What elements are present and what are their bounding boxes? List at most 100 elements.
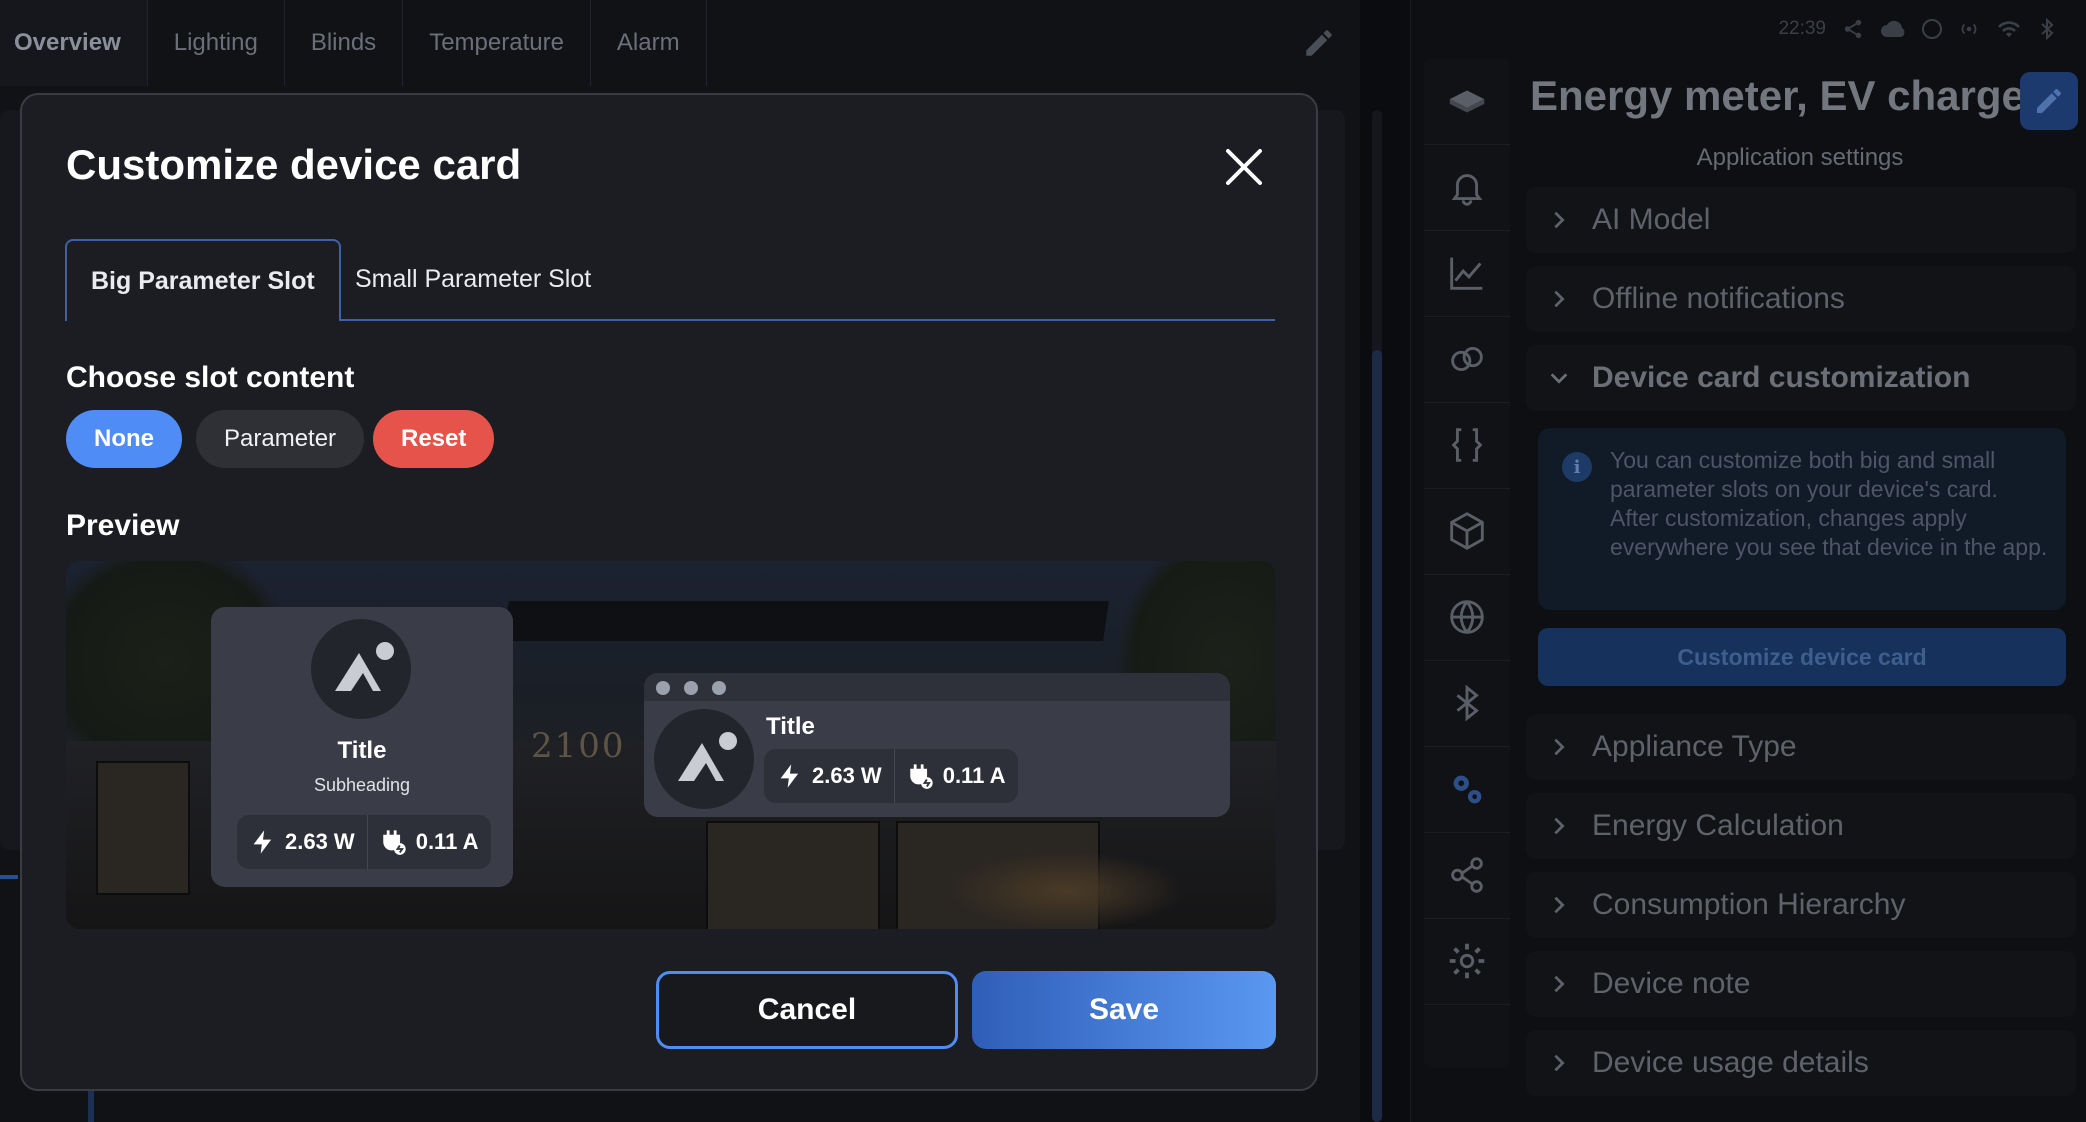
- section-energy-calculation[interactable]: Energy Calculation: [1526, 793, 2076, 859]
- parameter-values: 2.63 W 0.11 A: [237, 815, 491, 869]
- rail-item-links[interactable]: [1424, 316, 1510, 403]
- bluetooth-icon: [1456, 684, 1479, 722]
- window-dot: [712, 681, 726, 695]
- link-icon: [1451, 347, 1483, 371]
- cube-icon: [1450, 512, 1484, 550]
- rail-item-charts[interactable]: [1424, 230, 1510, 317]
- reset-button[interactable]: Reset: [373, 410, 495, 468]
- settings-icon: [1449, 943, 1485, 979]
- section-label: Consumption Hierarchy: [1592, 888, 1906, 921]
- rail-item-share[interactable]: [1424, 832, 1510, 919]
- power-value: 2.63 W: [237, 815, 367, 869]
- bg-tab-lighting[interactable]: Lighting: [148, 0, 285, 86]
- hotspot-icon: [1961, 23, 1977, 35]
- info-icon: i: [1562, 452, 1592, 482]
- image-placeholder-icon: [311, 619, 411, 719]
- section-device-usage-details[interactable]: Device usage details: [1526, 1030, 2076, 1096]
- background-accent-bar: [88, 1090, 94, 1122]
- globe-icon: [1450, 600, 1484, 634]
- parameter-values: 2.63 W 0.11 A: [764, 749, 1018, 803]
- window-dot: [656, 681, 670, 695]
- power-text: 2.63 W: [285, 829, 355, 854]
- chevron-right-icon: [1554, 817, 1565, 835]
- close-icon[interactable]: [1222, 145, 1266, 189]
- wifi-icon: [1998, 21, 2020, 37]
- current-value: 0.11 A: [893, 749, 1018, 803]
- rail-item-scripts[interactable]: [1424, 402, 1510, 489]
- power-text: 2.63 W: [812, 763, 882, 788]
- section-label: Device usage details: [1592, 1046, 1869, 1079]
- rail-item-network[interactable]: [1424, 574, 1510, 661]
- edit-device-button[interactable]: [2020, 72, 2078, 130]
- bg-tab-overview[interactable]: Overview: [0, 0, 148, 86]
- customize-device-card-dialog: Customize device card Big Parameter Slot…: [20, 93, 1318, 1091]
- section-appliance-type[interactable]: Appliance Type: [1526, 714, 2076, 780]
- choose-slot-heading: Choose slot content: [66, 361, 355, 394]
- preview-big-card: Title Subheading 2.63 W 0.11 A: [211, 607, 513, 887]
- rail-item-3d[interactable]: [1424, 488, 1510, 575]
- current-text: 0.11 A: [415, 829, 479, 854]
- slot-tabs: Big Parameter Slot Small Parameter Slot: [65, 239, 1275, 321]
- save-button[interactable]: Save: [972, 971, 1276, 1049]
- option-none-button[interactable]: None: [66, 410, 182, 468]
- share-icon: [1451, 857, 1483, 893]
- chevron-right-icon: [1554, 211, 1565, 229]
- cancel-button[interactable]: Cancel: [656, 971, 958, 1049]
- info-text: You can customize both big and small par…: [1610, 447, 2048, 560]
- preview-window: [706, 821, 880, 929]
- background-tabs: Overview Lighting Blinds Temperature Ala…: [0, 0, 707, 86]
- bg-tab-blinds[interactable]: Blinds: [285, 0, 404, 86]
- preview-heading: Preview: [66, 509, 180, 542]
- image-placeholder-icon: [654, 709, 754, 809]
- pencil-icon: [2037, 88, 2061, 113]
- plug-icon: [382, 830, 406, 855]
- option-parameter-button[interactable]: Parameter: [196, 410, 365, 468]
- rail-item-notifications[interactable]: [1424, 144, 1510, 231]
- preview-background-sign: 2100: [531, 726, 626, 766]
- rail-item-customization[interactable]: [1424, 746, 1510, 833]
- customize-device-card-button[interactable]: Customize device card: [1538, 628, 2066, 686]
- tab-small-parameter-slot[interactable]: Small Parameter Slot: [331, 239, 615, 319]
- section-label: Offline notifications: [1592, 282, 1845, 315]
- pencil-icon[interactable]: [1302, 26, 1336, 60]
- dialog-title: Customize device card: [66, 141, 522, 188]
- sync-icon: [1922, 19, 1942, 39]
- bg-tab-alarm[interactable]: Alarm: [591, 0, 707, 86]
- bg-tab-temperature[interactable]: Temperature: [403, 0, 591, 86]
- section-device-card-customization[interactable]: Device card customization: [1526, 345, 2076, 411]
- chevron-right-icon: [1554, 975, 1565, 993]
- rail-item-settings[interactable]: [1424, 918, 1510, 1005]
- section-label: Energy Calculation: [1592, 809, 1844, 842]
- device-title: Energy meter, EV charger: [1530, 72, 2042, 119]
- section-consumption-hierarchy[interactable]: Consumption Hierarchy: [1526, 872, 2076, 938]
- section-offline-notifications[interactable]: Offline notifications: [1526, 266, 2076, 332]
- rail-item-bluetooth[interactable]: [1424, 660, 1510, 747]
- chevron-right-icon: [1554, 738, 1565, 756]
- info-box: i You can customize both big and small p…: [1538, 428, 2066, 610]
- tab-big-parameter-slot[interactable]: Big Parameter Slot: [65, 239, 341, 321]
- share-status-icon: [1844, 19, 1862, 39]
- section-label: Device card customization: [1592, 361, 1971, 394]
- background-scrollbar-thumb[interactable]: [1372, 350, 1382, 1122]
- chart-icon: [1450, 257, 1483, 290]
- device-icon: [1449, 90, 1485, 113]
- panel-subtitle: Application settings: [1696, 144, 1904, 171]
- section-label: Device note: [1592, 967, 1751, 1000]
- preview-roof: [503, 601, 1109, 641]
- background-accent-bar: [0, 875, 18, 879]
- lightning-icon: [780, 764, 799, 788]
- section-device-note[interactable]: Device note: [1526, 951, 2076, 1017]
- current-text: 0.11 A: [942, 763, 1006, 788]
- section-ai-model[interactable]: AI Model: [1526, 187, 2076, 253]
- gears-icon: [1453, 775, 1482, 804]
- chevron-down-icon: [1550, 373, 1568, 384]
- preview-glow: [946, 851, 1186, 929]
- braces-icon: [1451, 428, 1483, 462]
- section-label: AI Model: [1592, 203, 1711, 236]
- cloud-icon: [1881, 20, 1905, 37]
- chevron-right-icon: [1554, 896, 1565, 914]
- window-bar: [644, 673, 1230, 701]
- rail-item-device[interactable]: [1424, 58, 1510, 145]
- window-dot: [684, 681, 698, 695]
- power-value: 2.63 W: [764, 749, 894, 803]
